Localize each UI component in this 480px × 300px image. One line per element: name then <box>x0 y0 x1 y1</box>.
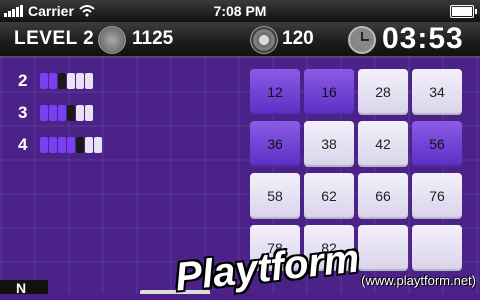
status-bar: Carrier 7:08 PM <box>0 0 480 22</box>
pattern-block <box>58 137 66 153</box>
pattern-block <box>76 105 84 121</box>
coin-count: 1125 <box>132 28 174 49</box>
watermark-logo: Playtform (www.playtform.net) <box>173 236 476 299</box>
rule-pattern <box>40 137 102 153</box>
target-icon <box>250 26 278 54</box>
number-tile[interactable]: 16 <box>304 69 354 115</box>
pattern-block <box>76 73 84 89</box>
number-tile[interactable]: 58 <box>250 173 300 219</box>
number-tile[interactable]: 36 <box>250 121 300 167</box>
battery-icon <box>450 5 477 18</box>
number-tile[interactable]: 42 <box>358 121 408 167</box>
number-tile[interactable]: 28 <box>358 69 408 115</box>
target-score: 120 <box>282 28 314 49</box>
pattern-block <box>94 137 102 153</box>
number-tile[interactable]: 62 <box>304 173 354 219</box>
number-tile[interactable]: 34 <box>412 69 462 115</box>
status-time: 7:08 PM <box>213 3 267 19</box>
corner-logo: N <box>0 280 48 296</box>
pattern-block <box>58 73 66 89</box>
timer-value: 03:53 <box>382 22 464 55</box>
pattern-block <box>40 105 48 121</box>
coin-icon <box>98 26 126 54</box>
pattern-block <box>40 137 48 153</box>
clock-icon <box>348 26 376 54</box>
number-tile[interactable]: 12 <box>250 69 300 115</box>
pattern-block <box>67 73 75 89</box>
pattern-block <box>85 105 93 121</box>
rule-row: 2 <box>18 71 93 91</box>
pattern-block <box>49 137 57 153</box>
watermark-url: (www.playtform.net) <box>361 273 476 288</box>
number-tile[interactable]: 38 <box>304 121 354 167</box>
rule-pattern <box>40 105 93 121</box>
pattern-block <box>49 105 57 121</box>
rule-number: 2 <box>18 71 28 90</box>
number-tile[interactable]: 56 <box>412 121 462 167</box>
pattern-block <box>40 73 48 89</box>
pattern-block <box>58 105 66 121</box>
rule-number: 3 <box>18 103 28 122</box>
number-tile[interactable]: 76 <box>412 173 462 219</box>
level-label: LEVEL 2 <box>14 28 95 49</box>
pattern-block <box>67 105 75 121</box>
pattern-block <box>85 137 93 153</box>
rule-pattern <box>40 73 93 89</box>
rule-row: 3 <box>18 103 93 123</box>
game-hud: LEVEL 2 1125 120 03:53 <box>0 22 480 57</box>
rule-number: 4 <box>18 135 28 154</box>
pattern-block <box>67 137 75 153</box>
pattern-block <box>49 73 57 89</box>
rule-row: 4 <box>18 135 102 155</box>
pattern-block <box>85 73 93 89</box>
pattern-block <box>76 137 84 153</box>
number-tile[interactable]: 66 <box>358 173 408 219</box>
